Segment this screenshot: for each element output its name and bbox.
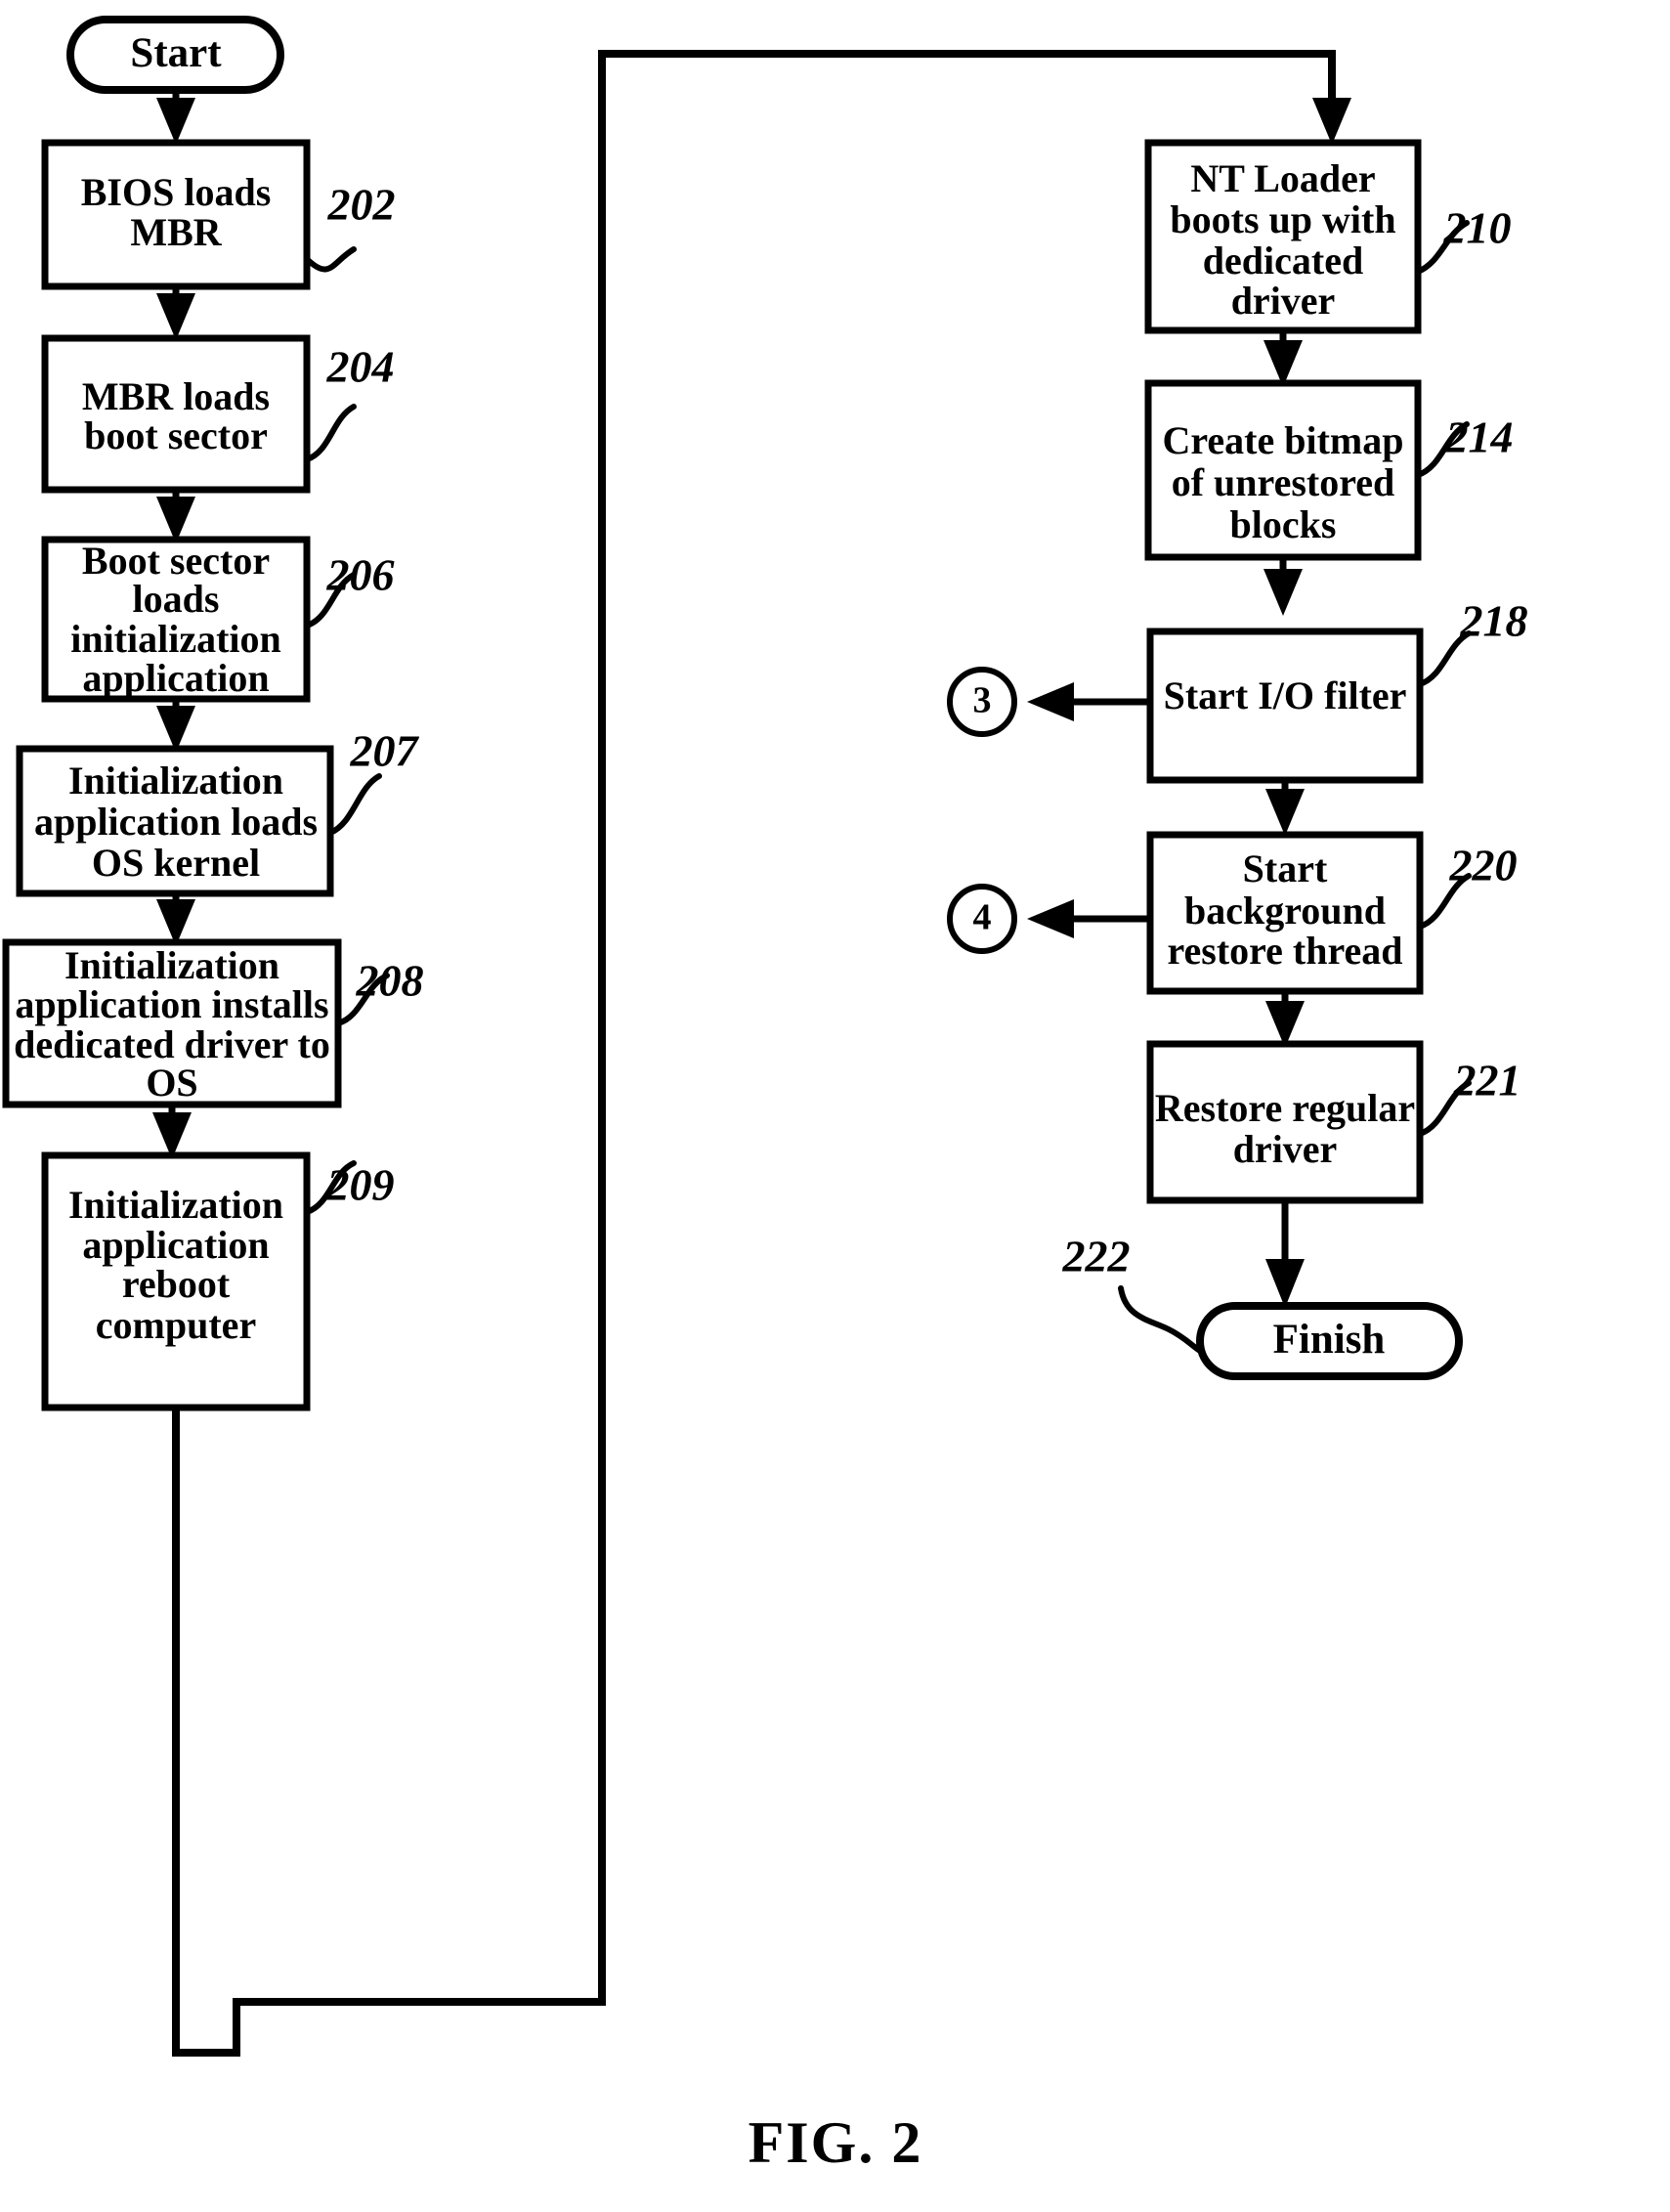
terminal-start: Start (66, 16, 284, 94)
process-box-restore-regular-driver: Restore regular driver 221 (1146, 1040, 1521, 1204)
arrow-214-to-218 (1263, 557, 1303, 616)
arrow-206-to-207 (156, 699, 195, 753)
patent-figure: Start BIOS loads MBR 202 MBR loads boot … (0, 0, 1670, 2212)
ref-label-210: 210 (1443, 203, 1512, 253)
box-209-line-3: reboot (122, 1262, 231, 1306)
box-221-line-2: driver (1233, 1127, 1338, 1171)
box-207-line-2: application loads (34, 800, 318, 844)
ref-label-220: 220 (1449, 841, 1518, 890)
box-214-line-2: of unrestored (1172, 460, 1395, 504)
ref-label-209: 209 (326, 1160, 395, 1210)
box-218-line-1: Start I/O filter (1164, 673, 1407, 717)
ref-label-204: 204 (326, 342, 395, 392)
box-206-line-4: application (82, 656, 269, 700)
process-box-boot-sector-loads-init-app: Boot sector loads initialization applica… (41, 536, 395, 703)
process-box-nt-loader-boots-up: NT Loader boots up with dedicated driver… (1144, 139, 1512, 334)
box-207-line-3: OS kernel (92, 841, 260, 885)
ref-label-221: 221 (1453, 1056, 1521, 1106)
terminal-finish-label: Finish (1273, 1317, 1386, 1363)
connector-4-group: 4 (947, 884, 1150, 954)
ref-label-206: 206 (326, 550, 395, 600)
arrow-210-to-214 (1263, 330, 1303, 387)
process-box-bios-loads-mbr: BIOS loads MBR 202 (41, 139, 396, 290)
box-221-line-1: Restore regular (1155, 1086, 1415, 1130)
terminal-finish: Finish 222 (1062, 1232, 1463, 1380)
box-220-line-2: background (1184, 889, 1386, 933)
arrow-202-to-204 (156, 286, 195, 340)
arrow-start-to-202 (156, 90, 195, 145)
process-box-create-bitmap-unrestored: Create bitmap of unrestored blocks 214 (1144, 379, 1514, 561)
box-214-line-1: Create bitmap (1163, 418, 1404, 462)
box-214-line-3: blocks (1230, 502, 1337, 546)
process-box-init-app-loads-os-kernel: Initialization application loads OS kern… (16, 726, 420, 897)
figure-caption: FIG. 2 (749, 2110, 923, 2175)
box-202-line-2: MBR (130, 210, 222, 254)
box-210-line-2: boots up with (1170, 197, 1395, 241)
box-210-line-4: driver (1231, 279, 1336, 323)
arrow-221-to-finish (1265, 1200, 1305, 1308)
box-206-line-3: initialization (70, 617, 281, 661)
connector-3-label: 3 (973, 680, 992, 721)
connector-3-group: 3 (947, 667, 1150, 737)
process-box-init-app-reboot-computer: Initialization application reboot comput… (41, 1151, 395, 1411)
ref-label-208: 208 (356, 956, 424, 1006)
ref-label-214: 214 (1445, 412, 1514, 462)
box-206-line-2: loads (133, 577, 220, 621)
arrow-207-to-208 (156, 893, 195, 946)
process-box-start-background-restore-thread: Start background restore thread 220 (1146, 831, 1518, 995)
box-210-line-3: dedicated (1203, 239, 1363, 282)
arrow-220-to-221 (1265, 991, 1305, 1048)
ref-label-218: 218 (1460, 596, 1528, 646)
box-204-line-1: MBR loads (82, 374, 270, 418)
process-box-init-app-installs-driver: Initialization application installs dedi… (2, 938, 424, 1108)
arrow-218-to-220 (1265, 780, 1305, 836)
process-box-mbr-loads-boot-sector: MBR loads boot sector 204 (41, 334, 395, 494)
arrow-204-to-206 (156, 490, 195, 543)
box-209-line-2: application (82, 1223, 269, 1267)
box-204-line-2: boot sector (84, 413, 268, 457)
box-220-line-1: Start (1243, 846, 1328, 890)
ref-label-222: 222 (1062, 1232, 1131, 1281)
box-209-line-4: computer (96, 1303, 256, 1347)
connector-4-label: 4 (973, 897, 992, 938)
box-209-line-1: Initialization (68, 1183, 283, 1227)
box-208-line-4: OS (146, 1061, 197, 1105)
box-202-line-1: BIOS loads (81, 170, 272, 214)
box-207-line-1: Initialization (68, 759, 283, 802)
terminal-start-label: Start (130, 30, 222, 76)
box-220-line-3: restore thread (1167, 929, 1402, 973)
process-box-start-io-filter: Start I/O filter 218 (1146, 596, 1528, 784)
flowchart-canvas: Start BIOS loads MBR 202 MBR loads boot … (2, 16, 1528, 2175)
arrow-208-to-209 (152, 1105, 192, 1159)
box-208-line-2: application installs (15, 982, 328, 1026)
box-210-line-1: NT Loader (1190, 156, 1375, 200)
box-208-line-1: Initialization (64, 943, 279, 987)
ref-label-202: 202 (327, 180, 396, 230)
ref-label-207: 207 (350, 726, 420, 776)
